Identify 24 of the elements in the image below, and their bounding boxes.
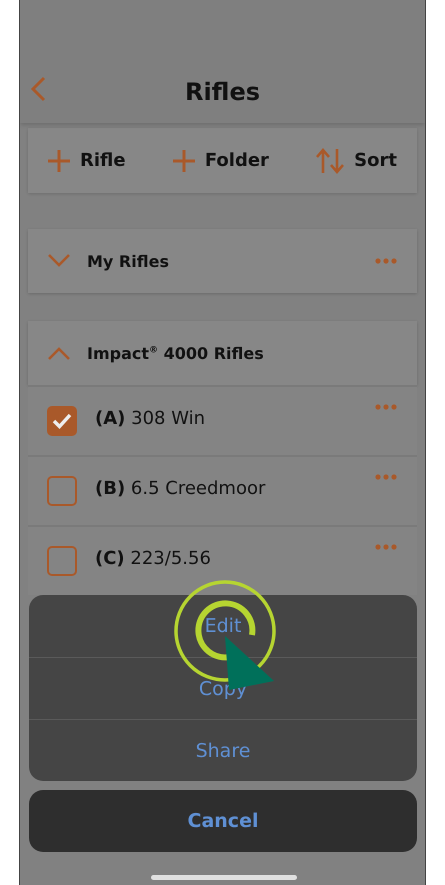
- add-button[interactable]: Folder: [172, 148, 269, 172]
- rifle-name[interactable]: (B) 6.5 Creedmoor: [95, 478, 375, 499]
- checkbox[interactable]: [47, 476, 77, 506]
- checkbox[interactable]: [47, 406, 77, 436]
- plus-icon: [47, 148, 71, 172]
- cancel-button[interactable]: Cancel: [29, 790, 417, 852]
- collapse-icon[interactable]: [47, 346, 71, 360]
- more-icon[interactable]: [375, 474, 397, 480]
- more-icon[interactable]: [375, 258, 397, 264]
- sort-icon: [315, 148, 346, 174]
- more-icon[interactable]: [375, 544, 397, 550]
- checkmark-icon: [52, 413, 72, 429]
- screen-title: Rifles: [184, 78, 260, 106]
- add-button[interactable]: Rifle: [47, 148, 126, 172]
- action-item[interactable]: Edit: [29, 595, 417, 657]
- expand-icon[interactable]: [47, 254, 71, 268]
- checkbox[interactable]: [47, 546, 77, 576]
- back-icon[interactable]: [29, 76, 47, 102]
- action-item[interactable]: Share: [29, 719, 417, 781]
- plus-icon: [172, 148, 196, 172]
- rifle-name[interactable]: (C) 223/5.56: [95, 548, 375, 569]
- sort-button[interactable]: Sort: [315, 148, 397, 174]
- rifle-name[interactable]: (A) 308 Win: [95, 408, 375, 429]
- more-icon[interactable]: [375, 404, 397, 410]
